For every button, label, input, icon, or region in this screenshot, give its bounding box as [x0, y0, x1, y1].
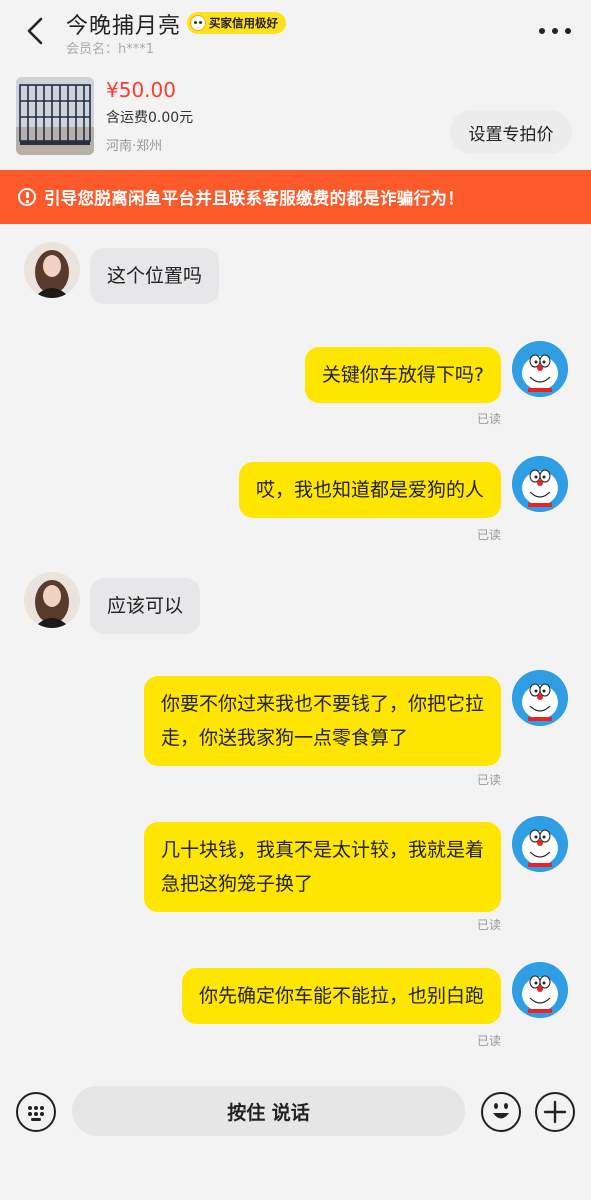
- read-status: 已读: [476, 1034, 501, 1048]
- read-status: 已读: [476, 528, 501, 542]
- dot-icon: [552, 28, 558, 34]
- doraemon-avatar-image: [512, 670, 568, 726]
- girl-avatar-image: [24, 242, 80, 298]
- read-status: 已读: [476, 918, 501, 932]
- message-line: 走，你送我家狗一点零食算了: [160, 727, 408, 749]
- set-special-price-button[interactable]: 设置专拍价: [450, 110, 572, 154]
- back-button[interactable]: [20, 14, 50, 48]
- message-bubble-outgoing[interactable]: 你要不你过来我也不要钱了，你把它拉 走，你送我家狗一点零食算了: [143, 676, 501, 766]
- more-options-button[interactable]: [539, 22, 571, 40]
- my-avatar[interactable]: [512, 456, 568, 512]
- message-line: 你要不你过来我也不要钱了，你把它拉: [160, 693, 484, 715]
- credit-badge[interactable]: 买家信用极好: [187, 12, 286, 34]
- dot-icon: [539, 28, 545, 34]
- my-avatar[interactable]: [512, 670, 568, 726]
- product-price: ¥50.00: [106, 78, 176, 102]
- message-line: 急把这狗笼子换了: [160, 873, 313, 895]
- message-bubble-outgoing[interactable]: 几十块钱，我真不是太计较，我就是着 急把这狗笼子换了: [143, 822, 501, 912]
- doraemon-avatar-image: [512, 341, 568, 397]
- doraemon-avatar-image: [512, 456, 568, 512]
- dog-cage-image: [16, 77, 94, 155]
- read-status: 已读: [476, 773, 501, 787]
- input-bar: 按住 说话: [0, 1074, 591, 1200]
- message-bubble-outgoing[interactable]: 哎，我也知道都是爱狗的人: [238, 462, 501, 518]
- contact-avatar[interactable]: [24, 572, 80, 628]
- seller-location: 河南·郑州: [106, 139, 163, 154]
- emoji-icon: [493, 1103, 509, 1119]
- message-line: 几十块钱，我真不是太计较，我就是着: [160, 839, 484, 861]
- girl-avatar-image: [24, 572, 80, 628]
- doraemon-avatar-image: [512, 962, 568, 1018]
- contact-avatar[interactable]: [24, 242, 80, 298]
- keyboard-toggle-button[interactable]: [16, 1092, 56, 1132]
- my-avatar[interactable]: [512, 341, 568, 397]
- more-actions-button[interactable]: [535, 1092, 575, 1132]
- warning-icon: [18, 188, 36, 206]
- my-avatar[interactable]: [512, 816, 568, 872]
- message-bubble-incoming[interactable]: 应该可以: [90, 578, 201, 634]
- dot-icon: [565, 28, 571, 34]
- smile-face-icon: [190, 15, 206, 31]
- member-name: 会员名：h***1: [66, 42, 155, 57]
- doraemon-avatar-image: [512, 816, 568, 872]
- chevron-left-icon: [27, 17, 43, 45]
- emoji-button[interactable]: [481, 1092, 521, 1132]
- plus-icon: [543, 1100, 567, 1124]
- read-status: 已读: [476, 412, 501, 426]
- warning-text: 引导您脱离闲鱼平台并且联系客服缴费的都是诈骗行为！: [44, 189, 464, 208]
- fraud-warning-banner[interactable]: 引导您脱离闲鱼平台并且联系客服缴费的都是诈骗行为！: [0, 170, 591, 224]
- product-card[interactable]: ¥50.00 含运费0.00元 河南·郑州 设置专拍价: [0, 64, 591, 170]
- message-bubble-outgoing[interactable]: 关键你车放得下吗?: [304, 347, 501, 403]
- credit-badge-label: 买家信用极好: [209, 16, 278, 30]
- message-bubble-outgoing[interactable]: 你先确定你车能不能拉，也别白跑: [181, 968, 501, 1024]
- message-bubble-incoming[interactable]: 这个位置吗: [90, 248, 220, 304]
- hold-to-talk-button[interactable]: 按住 说话: [72, 1086, 465, 1136]
- chat-header: 今晚捕月亮 买家信用极好 会员名：h***1: [0, 0, 591, 64]
- my-avatar[interactable]: [512, 962, 568, 1018]
- shipping-fee: 含运费0.00元: [106, 110, 194, 126]
- keyboard-icon: [28, 1106, 44, 1121]
- product-thumbnail[interactable]: [16, 77, 94, 155]
- contact-name[interactable]: 今晚捕月亮: [66, 8, 181, 40]
